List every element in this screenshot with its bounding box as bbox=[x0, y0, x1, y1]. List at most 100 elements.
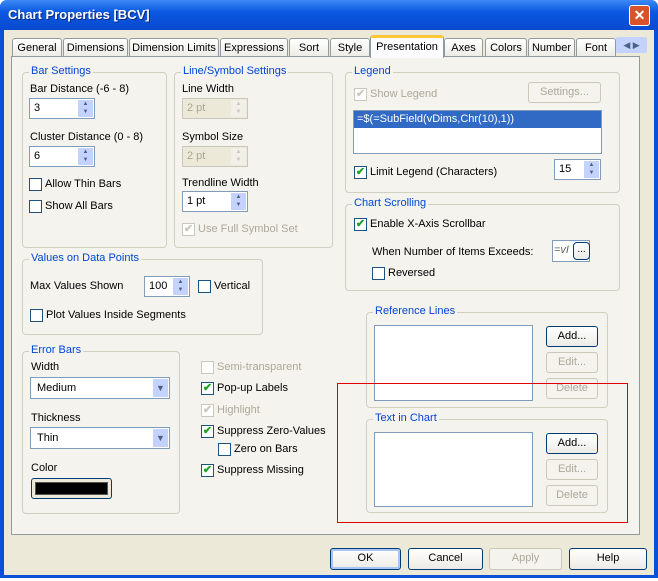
color-swatch bbox=[35, 482, 108, 495]
show-legend-label: Show Legend bbox=[370, 88, 438, 100]
legend-expression-list[interactable]: =$(=SubField(vDims,Chr(10),1)) bbox=[353, 110, 602, 154]
semi-transparent-checkbox[interactable] bbox=[201, 361, 214, 374]
tab-dimensions[interactable]: Dimensions bbox=[63, 38, 128, 57]
max-values-label: Max Values Shown bbox=[30, 280, 124, 292]
use-full-symbol-set-label: Use Full Symbol Set bbox=[198, 223, 298, 235]
trendline-width-label: Trendline Width bbox=[182, 177, 259, 189]
tab-dimension-limits[interactable]: Dimension Limits bbox=[129, 38, 219, 57]
tab-axes[interactable]: Axes bbox=[444, 38, 483, 57]
highlight-label: Highlight bbox=[217, 404, 260, 416]
group-title: Chart Scrolling bbox=[352, 197, 429, 209]
error-width-dropdown[interactable]: Medium ▼ bbox=[30, 377, 170, 399]
close-icon[interactable]: ✕ bbox=[629, 5, 650, 26]
reference-add-button[interactable]: Add... bbox=[546, 326, 598, 347]
tab-sort[interactable]: Sort bbox=[289, 38, 329, 57]
thickness-value: Thin bbox=[37, 432, 59, 444]
spinner-arrows-icon[interactable]: ▲ ▼ bbox=[78, 100, 93, 117]
text-edit-button[interactable]: Edit... bbox=[546, 459, 598, 480]
suppress-missing-label: Suppress Missing bbox=[217, 464, 304, 476]
use-full-symbol-set-checkbox[interactable]: ✔ bbox=[182, 223, 195, 236]
group-title: Legend bbox=[352, 65, 393, 77]
bar-distance-spinner[interactable]: 3 ▲ ▼ bbox=[29, 98, 95, 119]
line-width-label: Line Width bbox=[182, 83, 234, 95]
cancel-button[interactable]: Cancel bbox=[408, 548, 483, 570]
limit-legend-spinner[interactable]: 15 ▲ ▼ bbox=[554, 159, 601, 180]
show-all-bars-checkbox[interactable] bbox=[29, 200, 42, 213]
allow-thin-bars-label: Allow Thin Bars bbox=[45, 178, 122, 190]
spinner-arrows-icon[interactable]: ▲ ▼ bbox=[173, 278, 188, 295]
line-width-spinner[interactable]: 2 pt ▲ ▼ bbox=[182, 98, 248, 119]
spinner-arrows-icon[interactable]: ▲ ▼ bbox=[584, 161, 599, 178]
enable-scrollbar-label: Enable X-Axis Scrollbar bbox=[370, 218, 486, 230]
spinner-arrows-icon: ▲ ▼ bbox=[231, 148, 246, 165]
zero-on-bars-checkbox[interactable] bbox=[218, 443, 231, 456]
limit-legend-value: 15 bbox=[559, 163, 572, 175]
suppress-zero-checkbox[interactable]: ✔ bbox=[201, 425, 214, 438]
error-width-value: Medium bbox=[37, 382, 77, 394]
trendline-width-value: 1 pt bbox=[187, 195, 206, 207]
symbol-size-value: 2 pt bbox=[187, 150, 206, 162]
text-add-button[interactable]: Add... bbox=[546, 433, 598, 454]
color-label: Color bbox=[31, 462, 58, 474]
ok-button[interactable]: OK bbox=[330, 548, 401, 570]
cluster-distance-spinner[interactable]: 6 ▲ ▼ bbox=[29, 146, 95, 167]
semi-transparent-label: Semi-transparent bbox=[217, 361, 302, 373]
text-in-chart-list[interactable] bbox=[374, 432, 533, 507]
bar-distance-label: Bar Distance (-6 - 8) bbox=[30, 83, 130, 95]
vertical-checkbox[interactable] bbox=[198, 280, 211, 293]
max-values-spinner[interactable]: 100 ▲ ▼ bbox=[144, 276, 190, 297]
zero-on-bars-label: Zero on Bars bbox=[234, 443, 298, 455]
error-color-button[interactable] bbox=[31, 478, 112, 499]
enable-scrollbar-checkbox[interactable]: ✔ bbox=[354, 218, 367, 231]
popup-labels-label: Pop-up Labels bbox=[217, 382, 288, 394]
tab-presentation[interactable]: Presentation bbox=[370, 35, 444, 58]
tab-general[interactable]: General bbox=[12, 38, 62, 57]
title-bar[interactable]: Chart Properties [BCV] ✕ bbox=[0, 0, 658, 30]
reference-lines-list[interactable] bbox=[374, 325, 533, 401]
apply-button[interactable]: Apply bbox=[489, 548, 562, 570]
reversed-checkbox[interactable] bbox=[372, 267, 385, 280]
group-title: Reference Lines bbox=[373, 305, 458, 317]
legend-expression-item[interactable]: =$(=SubField(vDims,Chr(10),1)) bbox=[354, 111, 601, 128]
reference-delete-button[interactable]: Delete bbox=[546, 378, 598, 399]
tab-colors[interactable]: Colors bbox=[485, 38, 527, 57]
highlight-checkbox[interactable]: ✔ bbox=[201, 404, 214, 417]
spinner-arrows-icon[interactable]: ▲ ▼ bbox=[231, 193, 246, 210]
bar-distance-value: 3 bbox=[34, 102, 41, 114]
spinner-arrows-icon[interactable]: ▲ ▼ bbox=[78, 148, 93, 165]
trendline-width-spinner[interactable]: 1 pt ▲ ▼ bbox=[182, 191, 248, 212]
symbol-size-label: Symbol Size bbox=[182, 131, 244, 143]
plot-inside-segments-checkbox[interactable] bbox=[30, 309, 43, 322]
show-legend-checkbox[interactable]: ✔ bbox=[354, 88, 367, 101]
symbol-size-spinner[interactable]: 2 pt ▲ ▼ bbox=[182, 146, 248, 167]
popup-labels-checkbox[interactable]: ✔ bbox=[201, 382, 214, 395]
error-width-label: Width bbox=[31, 361, 60, 373]
chevron-down-icon[interactable]: ▼ bbox=[153, 429, 168, 447]
window-title: Chart Properties [BCV] bbox=[8, 7, 150, 22]
limit-legend-checkbox[interactable]: ✔ bbox=[354, 166, 367, 179]
tab-number[interactable]: Number bbox=[528, 38, 575, 57]
reference-edit-button[interactable]: Edit... bbox=[546, 352, 598, 373]
expression-edit-button[interactable]: ... bbox=[573, 242, 590, 260]
tab-font[interactable]: Font bbox=[576, 38, 616, 57]
tab-scroll-arrows[interactable]: ◀ ▶ bbox=[616, 37, 647, 53]
allow-thin-bars-checkbox[interactable] bbox=[29, 178, 42, 191]
help-button[interactable]: Help bbox=[569, 548, 647, 570]
plot-inside-segments-label: Plot Values Inside Segments bbox=[46, 309, 186, 321]
group-title: Text in Chart bbox=[373, 412, 439, 424]
group-title: Error Bars bbox=[29, 344, 84, 356]
cluster-distance-value: 6 bbox=[34, 150, 41, 162]
line-width-value: 2 pt bbox=[187, 102, 206, 114]
show-all-bars-label: Show All Bars bbox=[45, 200, 113, 212]
legend-settings-button[interactable]: Settings... bbox=[528, 82, 601, 103]
thickness-dropdown[interactable]: Thin ▼ bbox=[30, 427, 170, 449]
text-delete-button[interactable]: Delete bbox=[546, 485, 598, 506]
tab-style[interactable]: Style bbox=[330, 38, 370, 57]
tab-expressions[interactable]: Expressions bbox=[220, 38, 288, 57]
chevron-down-icon[interactable]: ▼ bbox=[153, 379, 168, 397]
vertical-label: Vertical bbox=[214, 280, 251, 292]
suppress-missing-checkbox[interactable]: ✔ bbox=[201, 464, 214, 477]
suppress-zero-label: Suppress Zero-Values bbox=[217, 425, 326, 437]
reversed-label: Reversed bbox=[388, 267, 436, 279]
cluster-distance-label: Cluster Distance (0 - 8) bbox=[30, 131, 144, 143]
